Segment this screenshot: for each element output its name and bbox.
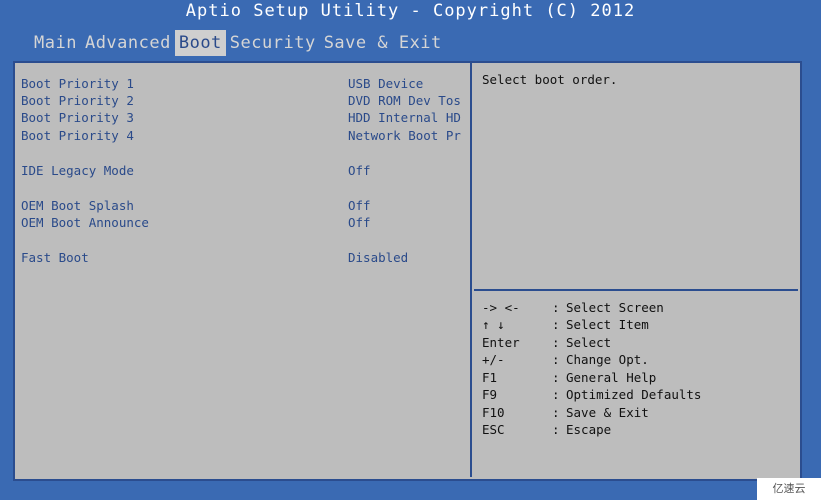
key-row-f9: F9 : Optimized Defaults: [482, 386, 792, 403]
key-row-enter: Enter : Select: [482, 334, 792, 351]
app-title: Aptio Setup Utility - Copyright (C) 2012: [185, 1, 636, 21]
tab-bar: Main Advanced Boot Security Save & Exit: [30, 30, 446, 56]
setting-boot-priority-3[interactable]: Boot Priority 3 HDD Internal HD: [21, 109, 465, 126]
key-desc: Select Screen: [566, 300, 664, 315]
key-arrows-lr-icon: -> <-: [482, 300, 520, 315]
help-text: Select boot order.: [482, 72, 618, 87]
setting-boot-priority-2[interactable]: Boot Priority 2 DVD ROM Dev Tos: [21, 92, 465, 109]
key-name: ESC: [482, 422, 505, 437]
setting-fast-boot[interactable]: Fast Boot Disabled: [21, 249, 465, 266]
setting-label: Boot Priority 4: [21, 128, 134, 143]
setting-oem-boot-announce[interactable]: OEM Boot Announce Off: [21, 214, 465, 231]
setting-value[interactable]: Network Boot Pr: [348, 127, 461, 144]
key-separator: :: [552, 370, 560, 385]
key-desc: Escape: [566, 422, 612, 437]
key-row-select-screen: -> <- : Select Screen: [482, 299, 792, 316]
key-legend: -> <- : Select Screen ↑ ↓ : Select Item …: [474, 293, 798, 477]
key-row-esc: ESC : Escape: [482, 421, 792, 438]
key-row-select-item: ↑ ↓ : Select Item: [482, 316, 792, 333]
key-desc: Change Opt.: [566, 352, 649, 367]
setting-oem-boot-splash[interactable]: OEM Boot Splash Off: [21, 197, 465, 214]
help-pane: Select boot order.: [474, 63, 798, 291]
tab-security[interactable]: Security: [226, 30, 320, 56]
setting-label: OEM Boot Splash: [21, 198, 134, 213]
key-row-f1: F1 : General Help: [482, 369, 792, 386]
tab-boot[interactable]: Boot: [174, 30, 226, 56]
key-desc: Select: [566, 335, 612, 350]
key-separator: :: [552, 422, 560, 437]
setting-value[interactable]: Off: [348, 162, 371, 179]
key-arrows-ud-icon: ↑ ↓: [482, 317, 505, 332]
key-separator: :: [552, 335, 560, 350]
key-name: +/-: [482, 352, 505, 367]
key-separator: :: [552, 387, 560, 402]
setting-value[interactable]: HDD Internal HD: [348, 109, 461, 126]
key-name: Enter: [482, 335, 520, 350]
key-desc: Select Item: [566, 317, 649, 332]
key-separator: :: [552, 352, 560, 367]
tab-advanced[interactable]: Advanced: [81, 30, 175, 56]
setting-label: IDE Legacy Mode: [21, 163, 134, 178]
settings-pane: Boot Priority 1 USB Device Boot Priority…: [15, 63, 472, 477]
setting-value[interactable]: Off: [348, 197, 371, 214]
setting-label: OEM Boot Announce: [21, 215, 149, 230]
setting-value[interactable]: DVD ROM Dev Tos: [348, 92, 461, 109]
key-name: F1: [482, 370, 498, 385]
setting-label: Boot Priority 3: [21, 110, 134, 125]
watermark-logo: 亿速云: [757, 478, 821, 500]
setting-value[interactable]: USB Device: [348, 75, 423, 92]
setting-ide-legacy-mode[interactable]: IDE Legacy Mode Off: [21, 162, 465, 179]
setting-boot-priority-1[interactable]: Boot Priority 1 USB Device: [21, 75, 465, 92]
key-name: F9: [482, 387, 498, 402]
key-separator: :: [552, 405, 560, 420]
key-row-f10: F10 : Save & Exit: [482, 404, 792, 421]
key-name: F10: [482, 405, 505, 420]
key-row-change-opt: +/- : Change Opt.: [482, 351, 792, 368]
tab-save-exit[interactable]: Save & Exit: [320, 30, 446, 56]
setting-boot-priority-4[interactable]: Boot Priority 4 Network Boot Pr: [21, 127, 465, 144]
key-separator: :: [552, 300, 560, 315]
key-desc: Save & Exit: [566, 405, 649, 420]
setup-frame: Boot Priority 1 USB Device Boot Priority…: [13, 61, 802, 481]
setting-label: Fast Boot: [21, 250, 89, 265]
setting-label: Boot Priority 1: [21, 76, 134, 91]
key-desc: Optimized Defaults: [566, 387, 702, 402]
tab-main[interactable]: Main: [30, 30, 81, 56]
setting-value[interactable]: Off: [348, 214, 371, 231]
key-separator: :: [552, 317, 560, 332]
setting-value[interactable]: Disabled: [348, 249, 408, 266]
setting-label: Boot Priority 2: [21, 93, 134, 108]
key-desc: General Help: [566, 370, 657, 385]
